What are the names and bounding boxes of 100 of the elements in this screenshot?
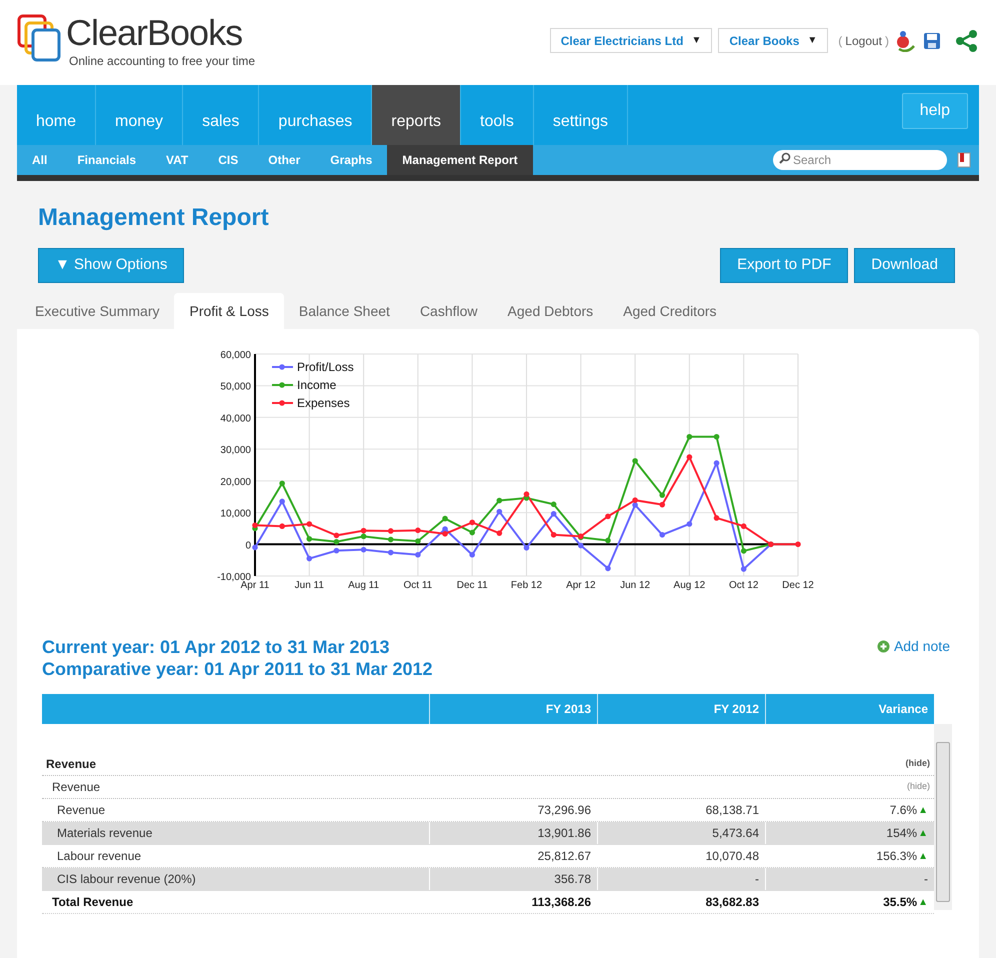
data-point	[306, 536, 312, 542]
data-point	[686, 521, 692, 527]
comparative-year-heading: Comparative year: 01 Apr 2011 to 31 Mar 2012	[42, 658, 433, 680]
row-label: Revenue	[51, 779, 100, 796]
table-cell: 13,901.86	[430, 822, 598, 844]
row-label: Labour revenue	[42, 845, 430, 867]
data-point	[795, 541, 801, 548]
subnav-tab[interactable]: Graphs	[315, 145, 388, 175]
report-tab[interactable]: Executive Summary	[20, 293, 174, 329]
report-tab[interactable]: Cashflow	[404, 293, 493, 329]
data-point	[632, 458, 638, 464]
subnav-tab[interactable]: All	[17, 145, 62, 175]
x-tick-label: Aug 12	[674, 580, 706, 591]
row-label: CIS labour revenue (20%)	[42, 868, 430, 890]
table-cell: 113,368.26	[430, 891, 598, 913]
data-point	[578, 542, 584, 548]
subnav-tab[interactable]: CIS	[203, 145, 254, 175]
x-tick-label: Dec 11	[456, 580, 488, 591]
x-tick-label: Oct 12	[728, 580, 758, 591]
x-tick-label: Jun 12	[620, 580, 650, 591]
table-cell-text: 154%▲	[885, 824, 929, 842]
product-dropdown[interactable]: Clear Books ▼	[718, 28, 828, 53]
column-header: FY 2012	[598, 694, 766, 724]
add-note-link[interactable]: Add note	[876, 636, 950, 657]
search-icon	[779, 152, 791, 164]
up-arrow-icon: ▲	[918, 802, 928, 818]
report-tab[interactable]: Aged Creditors	[608, 293, 732, 329]
subnav-tab[interactable]: Other	[253, 145, 316, 175]
data-point	[686, 454, 692, 460]
parenthesis: )	[885, 32, 889, 50]
logo-wordmark: ClearBooks	[66, 14, 244, 52]
subnav-tab[interactable]: VAT	[151, 145, 204, 175]
show-options-button[interactable]: ▼ Show Options	[38, 248, 184, 283]
report-tab[interactable]: Profit & Loss	[174, 293, 284, 329]
x-tick-label: Feb 12	[510, 580, 542, 591]
subnav-tab[interactable]: Financials	[62, 145, 152, 175]
table-cell: 83,682.83	[598, 891, 766, 913]
legend-marker	[272, 364, 293, 370]
table-cell-text: 35.5%▲	[882, 894, 929, 912]
action-button[interactable]: Export to PDF	[720, 248, 848, 283]
up-arrow-icon: ▲	[918, 826, 928, 840]
company-dropdown[interactable]: Clear Electricians Ltd ▼	[550, 28, 712, 53]
scrollbar[interactable]	[934, 724, 952, 910]
table-cell: 10,070.48	[598, 845, 766, 867]
user-switch-icon[interactable]	[895, 30, 917, 52]
data-point	[252, 544, 258, 550]
legend-label: Expenses	[297, 396, 350, 410]
hide-link[interactable]: (hide)	[906, 780, 930, 794]
help-button[interactable]: help	[902, 93, 968, 129]
bookmark-icon[interactable]	[957, 152, 971, 168]
x-tick-label: Aug 11	[348, 580, 380, 591]
data-point	[686, 434, 692, 440]
data-point	[714, 460, 720, 466]
logout-link[interactable]: Logout	[845, 32, 882, 50]
data-point	[496, 530, 502, 536]
action-button[interactable]: Download	[854, 248, 955, 283]
data-point	[659, 492, 666, 498]
data-point	[714, 434, 720, 440]
report-tab[interactable]: Aged Debtors	[492, 293, 608, 329]
data-point	[279, 498, 285, 504]
row-label: Materials revenue	[42, 822, 430, 844]
data-point	[740, 566, 746, 572]
hide-link[interactable]: (hide)	[906, 757, 930, 771]
y-tick-label: 30,000	[220, 445, 251, 456]
table-cell: 25,812.67	[430, 845, 598, 867]
share-icon[interactable]	[955, 30, 979, 52]
column-header: Variance	[878, 701, 929, 718]
data-point	[279, 480, 285, 486]
data-point	[550, 532, 556, 538]
x-tick-label: Apr 11	[240, 580, 270, 591]
data-point	[550, 511, 556, 517]
y-tick-label: 60,000	[220, 350, 251, 361]
data-point	[524, 544, 530, 551]
up-arrow-icon: ▲	[918, 894, 928, 910]
report-tab[interactable]: Balance Sheet	[284, 293, 405, 329]
data-point	[714, 515, 720, 521]
save-icon[interactable]	[923, 32, 941, 50]
parenthesis: (	[838, 32, 842, 50]
data-point	[306, 556, 312, 562]
row-label: Revenue	[45, 756, 96, 773]
data-point	[306, 521, 312, 527]
y-tick-label: 40,000	[220, 413, 251, 424]
search-field[interactable]: Search	[773, 150, 947, 170]
data-point	[550, 502, 556, 508]
table-cell: 68,138.71	[598, 799, 766, 821]
data-point	[388, 550, 394, 556]
y-tick-label: 20,000	[220, 476, 251, 488]
nav-tab[interactable]: reports	[372, 85, 462, 145]
data-point	[415, 528, 421, 534]
current-year-heading: Current year: 01 Apr 2012 to 31 Mar 2013	[42, 636, 391, 658]
data-point	[605, 514, 611, 520]
table-cell-text: 156.3%▲	[875, 848, 929, 866]
data-point	[496, 498, 502, 504]
page-title: Management Report	[38, 203, 270, 233]
legend-marker	[272, 382, 293, 388]
subnav-tab[interactable]: Management Report	[387, 145, 533, 175]
data-point	[659, 502, 666, 508]
x-tick-label: Apr 12	[566, 580, 596, 591]
table-cell-text: -	[923, 871, 929, 888]
data-point	[740, 548, 746, 554]
